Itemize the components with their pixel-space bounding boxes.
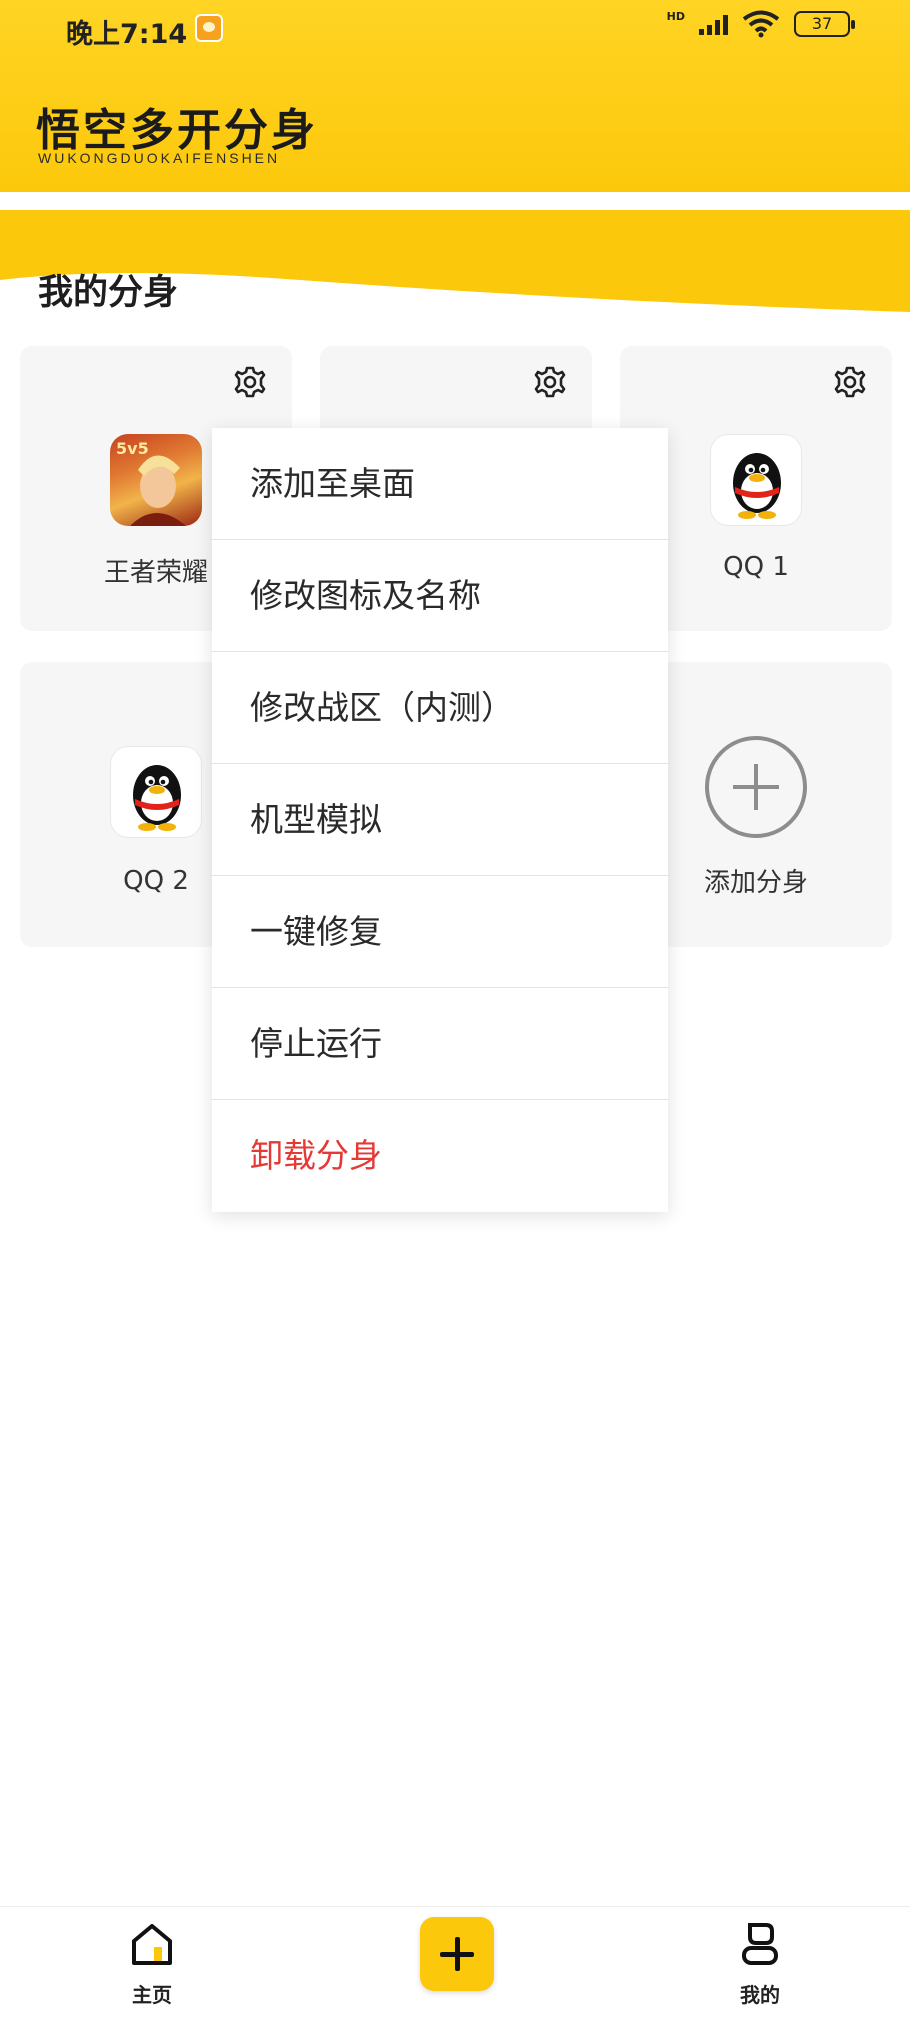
hd-indicator: HD [666, 9, 685, 23]
wifi-icon [742, 10, 780, 38]
bottom-navigation: 主页 我的 [0, 1906, 910, 2020]
menu-item-uninstall-clone[interactable]: 卸载分身 [212, 1100, 668, 1212]
menu-item-edit-battle-zone[interactable]: 修改战区（内测） [212, 652, 668, 764]
battery-icon: 37 [794, 11, 855, 37]
clone-context-menu: 添加至桌面 修改图标及名称 修改战区（内测） 机型模拟 一键修复 停止运行 卸载… [212, 428, 668, 1212]
gear-icon[interactable] [232, 364, 268, 400]
section-title: 我的分身 [38, 273, 179, 313]
add-button[interactable] [420, 1917, 494, 1991]
user-icon [742, 1923, 778, 1965]
home-icon [132, 1924, 172, 1965]
status-time: 晚上7:14 [66, 19, 188, 50]
brand-subtitle: WUKONGDUOKAIFENSHEN [38, 150, 281, 166]
status-icons: HD 37 [666, 9, 855, 38]
menu-item-edit-icon-name[interactable]: 修改图标及名称 [212, 540, 668, 652]
qq-penguin-icon [710, 434, 802, 526]
brand-title: 悟空多开分身 [36, 105, 318, 156]
menu-item-device-simulation[interactable]: 机型模拟 [212, 764, 668, 876]
app-header: 晚上7:14 HD 37 悟空多开分身 WUKONGDUOKAIFENSHEN [0, 0, 910, 192]
signal-icon [699, 13, 728, 35]
qq-penguin-icon [110, 746, 202, 838]
nav-home[interactable]: 主页 [92, 1921, 212, 2008]
header-gap [0, 192, 910, 210]
plus-circle-icon[interactable] [705, 736, 807, 838]
notification-app-icon [195, 14, 223, 42]
honor-of-kings-icon: 5v5 [110, 434, 202, 526]
menu-item-one-click-repair[interactable]: 一键修复 [212, 876, 668, 988]
nav-mine[interactable]: 我的 [700, 1921, 820, 2008]
svg-text:5v5: 5v5 [116, 439, 149, 458]
nav-mine-label: 我的 [740, 1983, 780, 2007]
gear-icon[interactable] [832, 364, 868, 400]
nav-home-label: 主页 [132, 1983, 172, 2007]
menu-item-add-to-desktop[interactable]: 添加至桌面 [212, 428, 668, 540]
gear-icon[interactable] [532, 364, 568, 400]
menu-item-stop-running[interactable]: 停止运行 [212, 988, 668, 1100]
